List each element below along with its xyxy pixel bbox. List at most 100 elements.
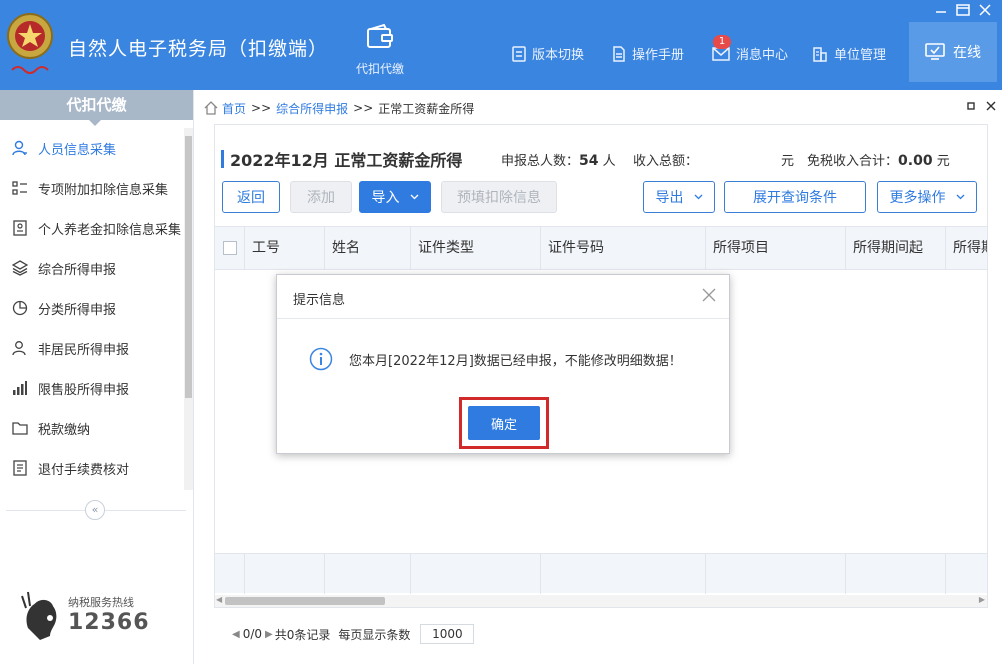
- folder-icon: [12, 422, 28, 435]
- scroll-left-icon[interactable]: ◀: [216, 595, 222, 604]
- breadcrumb-separator: >>: [251, 101, 272, 115]
- close-tab-icon[interactable]: [986, 100, 996, 114]
- summary-cell: [411, 554, 541, 594]
- message-count-badge: 1: [713, 35, 731, 49]
- column-header-name[interactable]: 姓名: [325, 227, 411, 269]
- ok-button[interactable]: 确定: [468, 406, 540, 440]
- collapse-sidebar-button[interactable]: «: [85, 500, 105, 520]
- exempt-income-value: 0.00: [898, 153, 933, 169]
- pagination: ◀ 0/0 ▶ 共0条记录 每页显示条数: [232, 624, 475, 644]
- manual-link[interactable]: 操作手册: [612, 44, 684, 63]
- close-window-icon[interactable]: [974, 2, 996, 18]
- exempt-income-unit: 元: [936, 154, 950, 169]
- document-icon: [512, 45, 526, 62]
- breadcrumb-current: 正常工资薪金所得: [378, 101, 475, 116]
- nav-withholding[interactable]: 代扣代缴: [352, 23, 408, 77]
- manual-icon: [613, 45, 625, 62]
- select-all-checkbox[interactable]: [215, 227, 245, 269]
- manual-label: 操作手册: [632, 48, 685, 63]
- total-people-unit: 人: [602, 154, 616, 169]
- summary-cell: [846, 554, 946, 594]
- sidebar-notch: [89, 120, 101, 126]
- app-title: 自然人电子税务局（扣缴端）: [68, 38, 329, 60]
- prev-page-icon[interactable]: ◀: [232, 629, 240, 640]
- income-total-label: 收入总额：: [633, 154, 699, 169]
- column-header-income-item[interactable]: 所得项目: [706, 227, 846, 269]
- table-summary-row: [215, 553, 987, 594]
- minimize-icon[interactable]: [930, 2, 952, 18]
- page-indicator: 0/0: [242, 627, 263, 641]
- sidebar-item-restricted-stock[interactable]: 限售股所得申报: [0, 368, 184, 408]
- sidebar-item-label: 分类所得申报: [38, 302, 117, 318]
- info-icon: [309, 347, 333, 371]
- doc-check-icon: [13, 460, 27, 476]
- sidebar-title-text: 代扣代缴: [66, 96, 127, 114]
- income-total-unit: 元: [781, 154, 795, 169]
- next-page-icon[interactable]: ▶: [265, 629, 273, 640]
- more-actions-button[interactable]: 更多操作: [877, 181, 977, 213]
- sidebar-item-classified-income[interactable]: 分类所得申报: [0, 288, 184, 328]
- close-icon[interactable]: [701, 287, 717, 303]
- building-icon: [813, 46, 827, 62]
- sidebar-scroll-thumb[interactable]: [185, 136, 192, 398]
- sidebar-item-label: 人员信息采集: [38, 142, 117, 158]
- export-button[interactable]: 导出: [643, 181, 715, 213]
- ok-button-highlight: 确定: [459, 397, 549, 449]
- import-button[interactable]: 导入: [359, 181, 431, 213]
- sidebar-item-fee-refund[interactable]: 退付手续费核对: [0, 448, 184, 488]
- dialog-header: 提示信息: [277, 275, 729, 319]
- back-button[interactable]: 返回: [222, 181, 280, 213]
- column-header-id-number[interactable]: 证件号码: [541, 227, 706, 269]
- maximize-icon[interactable]: [952, 2, 974, 18]
- export-button-label: 导出: [655, 190, 684, 206]
- dialog-title: 提示信息: [293, 293, 346, 308]
- sidebar-item-nonresident-income[interactable]: 非居民所得申报: [0, 328, 184, 368]
- window-controls: [930, 2, 996, 18]
- sidebar-item-label: 限售股所得申报: [38, 382, 130, 398]
- sidebar-item-tax-payment[interactable]: 税款缴纳: [0, 408, 184, 448]
- sidebar-item-label: 个人养老金扣除信息采集: [38, 222, 182, 238]
- sidebar-item-label: 非居民所得申报: [38, 342, 130, 358]
- title-accent-bar: [221, 150, 224, 168]
- sidebar-scrollbar[interactable]: [184, 128, 193, 490]
- per-page-label: 每页显示条数: [338, 627, 411, 642]
- per-page-input[interactable]: [420, 624, 475, 644]
- version-switch-link[interactable]: 版本切换: [512, 44, 584, 63]
- list-icon: [12, 181, 27, 195]
- dialog-body: 您本月[2022年12月]数据已经申报，不能修改明细数据！: [309, 347, 682, 371]
- tax-emblem-icon: [7, 13, 53, 74]
- scroll-right-icon[interactable]: ▶: [979, 595, 985, 604]
- version-switch-label: 版本切换: [532, 48, 585, 63]
- sidebar-item-pension-deduction[interactable]: 个人养老金扣除信息采集: [0, 208, 184, 248]
- sidebar-item-person-info[interactable]: 人员信息采集: [0, 128, 184, 168]
- sidebar-item-label: 税款缴纳: [38, 422, 91, 438]
- column-header-period-end[interactable]: 所得期: [946, 227, 987, 269]
- app-header: 自然人电子税务局（扣缴端） 代扣代缴 版本切换 操作手册 消息中心 1 单位管理…: [0, 0, 1002, 90]
- breadcrumb-home[interactable]: 首页: [222, 100, 246, 117]
- prefill-deduction-button[interactable]: 预填扣除信息: [441, 181, 557, 213]
- add-button[interactable]: 添加: [290, 181, 352, 213]
- restore-tab-icon[interactable]: [966, 100, 976, 114]
- unit-management-link[interactable]: 单位管理: [812, 44, 886, 63]
- unit-management-label: 单位管理: [834, 48, 887, 63]
- sidebar-item-special-deduction[interactable]: 专项附加扣除信息采集: [0, 168, 184, 208]
- import-button-label: 导入: [371, 190, 400, 206]
- bar-chart-icon: [13, 381, 27, 395]
- column-header-period-start[interactable]: 所得期间起: [846, 227, 946, 269]
- service-hotline: 纳税服务热线 12366: [20, 588, 180, 648]
- breadcrumb-comprehensive-income[interactable]: 综合所得申报: [276, 100, 348, 117]
- online-status-button[interactable]: 在线: [909, 22, 997, 82]
- home-icon: [204, 101, 218, 115]
- total-people-label: 申报总人数：: [501, 154, 580, 169]
- column-header-employee-id[interactable]: 工号: [245, 227, 325, 269]
- sidebar: 代扣代缴 人员信息采集 专项附加扣除信息采集 个人养老金扣除信息采集 综合所得申…: [0, 90, 194, 664]
- expand-query-button[interactable]: 展开查询条件: [724, 181, 866, 213]
- horizontal-scrollbar[interactable]: ◀ ▶: [215, 595, 987, 607]
- wallet-icon: [367, 23, 393, 48]
- record-count: 共0条记录: [274, 627, 331, 642]
- sidebar-item-comprehensive-income[interactable]: 综合所得申报: [0, 248, 184, 288]
- summary-cell: [325, 554, 411, 594]
- exempt-income-label: 免税收入合计：: [807, 154, 899, 169]
- column-header-id-type[interactable]: 证件类型: [411, 227, 541, 269]
- horizontal-scroll-thumb[interactable]: [225, 597, 385, 605]
